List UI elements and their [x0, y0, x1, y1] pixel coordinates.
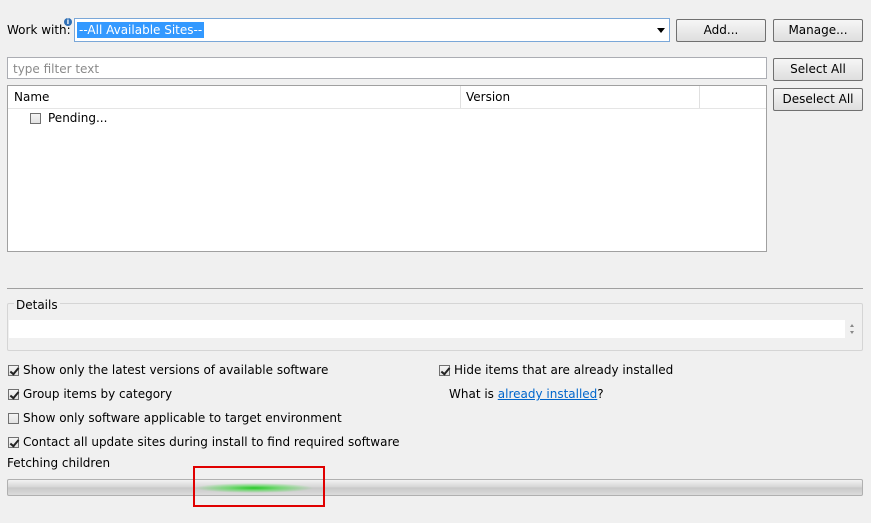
already-installed-link[interactable]: already installed	[498, 387, 598, 401]
status-text: Fetching children	[7, 456, 111, 470]
column-divider[interactable]	[699, 86, 700, 108]
applicable-target-label: Show only software applicable to target …	[23, 411, 342, 425]
details-label: Details	[14, 298, 60, 312]
table-header: Name Version	[8, 86, 766, 109]
contact-sites-label: Contact all update sites during install …	[23, 435, 400, 449]
latest-versions-checkbox[interactable]	[8, 365, 19, 376]
filter-input[interactable]	[11, 59, 755, 79]
chevron-down-icon[interactable]	[657, 28, 665, 33]
what-is-suffix: ?	[597, 387, 604, 401]
contact-sites-checkbox[interactable]	[8, 437, 19, 448]
what-is-installed-text: What is already installed?	[449, 387, 604, 401]
work-with-label: Work with:	[7, 23, 71, 37]
details-scrollbar[interactable]	[846, 320, 858, 338]
selected-site-text: --All Available Sites--	[77, 22, 205, 38]
select-all-button[interactable]: Select All	[773, 58, 863, 81]
group-by-category-label: Group items by category	[23, 387, 173, 401]
latest-versions-label: Show only the latest versions of availab…	[23, 363, 329, 377]
sash-divider[interactable]	[7, 288, 863, 289]
hide-installed-label: Hide items that are already installed	[454, 363, 674, 377]
what-is-prefix: What is	[449, 387, 498, 401]
software-table[interactable]: Name Version Pending...	[7, 85, 767, 252]
deselect-all-button[interactable]: Deselect All	[773, 88, 863, 111]
manage-sites-button[interactable]: Manage...	[773, 19, 863, 42]
column-header-version[interactable]: Version	[460, 86, 700, 108]
highlight-box	[193, 466, 325, 507]
scroll-down-icon[interactable]	[850, 331, 854, 334]
group-by-category-checkbox[interactable]	[8, 389, 19, 400]
details-text-area[interactable]	[9, 320, 845, 338]
site-selector-combo[interactable]: --All Available Sites--	[74, 18, 670, 42]
row-name: Pending...	[48, 111, 108, 125]
applicable-target-checkbox[interactable]	[8, 413, 19, 424]
hide-installed-checkbox[interactable]	[439, 365, 450, 376]
table-row[interactable]: Pending...	[8, 109, 766, 129]
scroll-up-icon[interactable]	[850, 324, 854, 327]
progress-bar	[7, 479, 863, 496]
column-header-name[interactable]: Name	[8, 86, 460, 108]
info-icon: i	[64, 18, 72, 26]
add-site-button[interactable]: Add...	[676, 19, 766, 42]
row-checkbox[interactable]	[30, 113, 41, 124]
filter-field[interactable]	[7, 57, 767, 79]
